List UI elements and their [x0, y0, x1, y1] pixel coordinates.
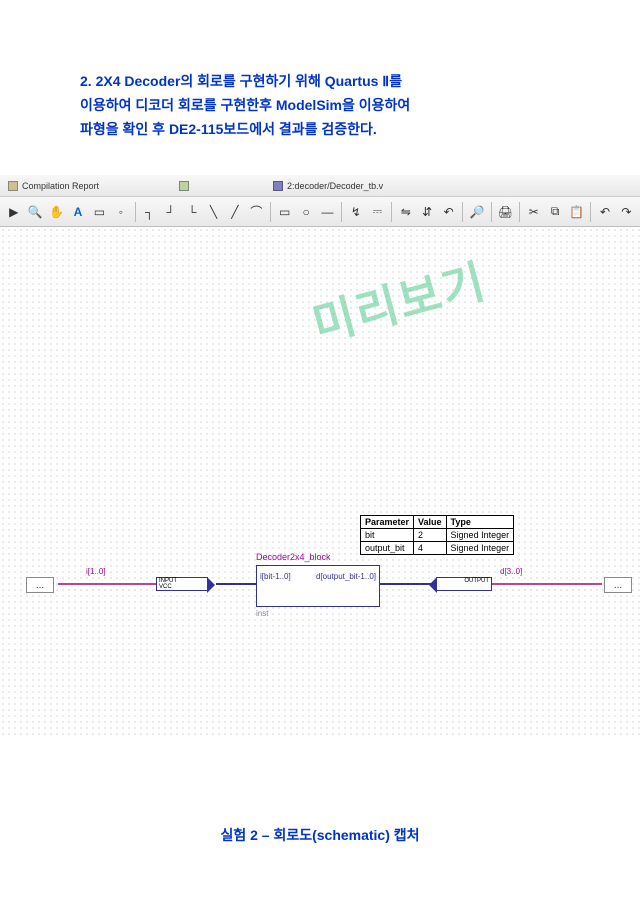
copy-button[interactable]: ⧉ — [545, 201, 564, 223]
watermark-text: 미리보기 — [304, 245, 492, 355]
tab-label: Compilation Report — [22, 181, 99, 191]
heading-line-3: 파형을 확인 후 DE2-115보드에서 결과를 검증한다. — [80, 118, 580, 142]
param-header-value: Value — [414, 516, 447, 529]
pin-tool[interactable]: ◦ — [111, 201, 130, 223]
diagonal-node-tool[interactable]: ╲ — [204, 201, 223, 223]
param-value: 4 — [414, 542, 447, 555]
pointer-tool[interactable]: ▶ — [4, 201, 23, 223]
heading-line-2: 이용하여 디코더 회로를 구현한후 ModelSim을 이용하여 — [80, 94, 580, 118]
paste-button[interactable]: 📋 — [567, 201, 586, 223]
output-signal-label: d[3..0] — [500, 567, 522, 576]
document-heading: 2. 2X4 Decoder의 회로를 구현하기 위해 Quartus Ⅱ를 이… — [80, 70, 580, 141]
block-output-pin: d[output_bit-1..0] — [316, 572, 376, 581]
report-icon — [8, 181, 18, 191]
line-tool[interactable]: ― — [318, 201, 337, 223]
rotate-left[interactable]: ↶ — [439, 201, 458, 223]
symbol-tool[interactable]: ▭ — [90, 201, 109, 223]
tab-bar: Compilation Report 2:decoder/Decoder_tb.… — [0, 175, 640, 197]
toolbar-separator — [491, 202, 492, 222]
diagonal-bus-tool[interactable]: ╱ — [225, 201, 244, 223]
toolbar-separator — [462, 202, 463, 222]
file-icon — [273, 181, 283, 191]
toolbar-separator — [341, 202, 342, 222]
schematic-icon — [179, 181, 189, 191]
instance-label: inst — [256, 609, 268, 618]
tab-label: 2:decoder/Decoder_tb.v — [287, 181, 383, 191]
bus-wire — [492, 583, 602, 585]
tab-compilation-report[interactable]: Compilation Report — [8, 181, 99, 191]
tab-testbench[interactable]: 2:decoder/Decoder_tb.v — [273, 181, 383, 191]
flip-vertical[interactable]: ⇵ — [417, 201, 436, 223]
zoom-tool[interactable]: 🔍 — [25, 201, 44, 223]
cut-button[interactable]: ✂ — [524, 201, 543, 223]
param-type: Signed Integer — [446, 542, 514, 555]
print-button[interactable]: 🖨 — [496, 201, 515, 223]
oval-tool[interactable]: ○ — [296, 201, 315, 223]
redo-button[interactable]: ↷ — [617, 201, 636, 223]
toolbar-separator — [519, 202, 520, 222]
find-tool[interactable]: 🔎 — [467, 201, 486, 223]
partial-line-tool[interactable]: ⎓ — [368, 201, 387, 223]
hand-tool[interactable]: ✋ — [47, 201, 66, 223]
table-row: output_bit 4 Signed Integer — [361, 542, 514, 555]
rubberband-tool[interactable]: ↯ — [346, 201, 365, 223]
input-signal-label: i[1..0] — [86, 567, 106, 576]
schematic-toolbar: ▶ 🔍 ✋ A ▭ ◦ ┐ ┘ └ ╲ ╱ ⌒ ▭ ○ ― ↯ ⎓ ⇋ ⇵ ↶ … — [0, 197, 640, 227]
toolbar-separator — [590, 202, 591, 222]
output-port-label: OUTPUT — [437, 578, 489, 584]
orthogonal-node-tool[interactable]: ┐ — [140, 201, 159, 223]
toolbar-separator — [270, 202, 271, 222]
param-type: Signed Integer — [446, 529, 514, 542]
param-name: output_bit — [361, 542, 414, 555]
toolbar-separator — [391, 202, 392, 222]
decoder-block[interactable]: i[bit-1..0] d[output_bit-1..0] — [256, 565, 380, 607]
bus-stub-left[interactable]: ... — [26, 577, 54, 593]
block-type-label: Decoder2x4_block — [256, 552, 331, 562]
block-input-pin: i[bit-1..0] — [260, 572, 291, 581]
undo-button[interactable]: ↶ — [595, 201, 614, 223]
param-header-parameter: Parameter — [361, 516, 414, 529]
bus-wire — [216, 583, 256, 585]
heading-line-1: 2. 2X4 Decoder의 회로를 구현하기 위해 Quartus Ⅱ를 — [80, 70, 580, 94]
parameter-table: Parameter Value Type bit 2 Signed Intege… — [360, 515, 514, 555]
bus-stub-right[interactable]: ... — [604, 577, 632, 593]
orthogonal-bus-tool[interactable]: ┘ — [161, 201, 180, 223]
text-tool[interactable]: A — [68, 201, 87, 223]
figure-caption: 실험 2 – 회로도(schematic) 캡처 — [0, 825, 640, 845]
bus-wire — [380, 583, 436, 585]
arc-tool[interactable]: ⌒ — [247, 201, 266, 223]
flip-horizontal[interactable]: ⇋ — [396, 201, 415, 223]
toolbar-separator — [135, 202, 136, 222]
param-value: 2 — [414, 529, 447, 542]
param-name: bit — [361, 529, 414, 542]
input-port-sub: VCC — [159, 584, 207, 590]
bus-wire — [58, 583, 156, 585]
quartus-window: Compilation Report 2:decoder/Decoder_tb.… — [0, 175, 640, 735]
orthogonal-conduit-tool[interactable]: └ — [182, 201, 201, 223]
rectangle-tool[interactable]: ▭ — [275, 201, 294, 223]
table-row: bit 2 Signed Integer — [361, 529, 514, 542]
input-port[interactable]: INPUT VCC — [156, 577, 208, 591]
param-header-type: Type — [446, 516, 514, 529]
tab-schematic[interactable] — [179, 181, 193, 191]
schematic-canvas[interactable]: 미리보기 Parameter Value Type bit 2 Signed I… — [0, 227, 640, 735]
output-port[interactable]: OUTPUT — [436, 577, 492, 591]
